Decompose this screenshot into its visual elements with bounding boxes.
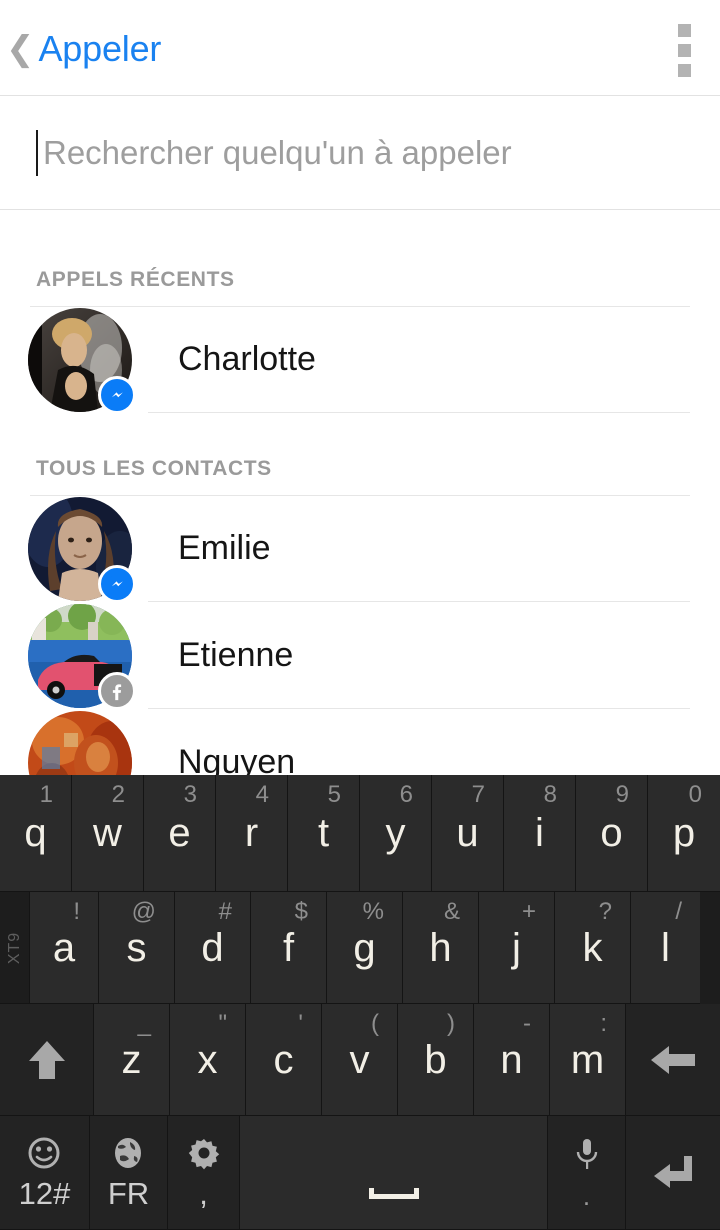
list-item[interactable]: Etienne — [0, 602, 720, 710]
key-l[interactable]: / l — [631, 892, 700, 1004]
keyboard-row-2: XT9 ! a @ s # d $ f % g & h + j ? k / l — [0, 892, 720, 1004]
key-e[interactable]: 3e — [144, 775, 216, 892]
key-c[interactable]: ' c — [246, 1004, 322, 1116]
key-p[interactable]: 0p — [648, 775, 720, 892]
key-k[interactable]: ? k — [555, 892, 631, 1004]
key-r[interactable]: 4r — [216, 775, 288, 892]
overflow-menu-icon[interactable] — [648, 22, 720, 78]
gear-icon — [187, 1136, 221, 1170]
mic-period-key[interactable]: . — [548, 1116, 626, 1230]
contact-name: Etienne — [178, 636, 294, 674]
language-key[interactable]: FR — [90, 1116, 168, 1230]
list-item[interactable]: Charlotte — [0, 306, 720, 414]
key-s[interactable]: @ s — [99, 892, 175, 1004]
list-item[interactable]: Emilie — [0, 495, 720, 603]
virtual-keyboard[interactable]: 1q 2w 3e 4r 5t 6y 7u 8i 9o 0p XT9 ! a @ s … — [0, 775, 720, 1230]
contact-list[interactable]: APPELS RÉCENTS Charlotte TOUS LES CONTAC… — [0, 210, 720, 775]
overflow-dot-2 — [677, 43, 691, 57]
key-m[interactable]: :m — [550, 1004, 626, 1116]
chevron-left-icon: ❮ — [6, 29, 35, 69]
key-h[interactable]: & h — [403, 892, 479, 1004]
search-input[interactable]: Rechercher quelqu'un à appeler — [0, 96, 720, 210]
avatar — [28, 496, 136, 603]
keyboard-row-4: 12# FR , . — [0, 1116, 720, 1230]
page-title: Appeler — [38, 28, 162, 69]
key-g[interactable]: % g — [327, 892, 403, 1004]
call-screen: ❮ Appeler Rechercher quelqu'un à appeler… — [0, 0, 720, 1230]
contact-name: Nguyen — [178, 743, 296, 775]
key-n[interactable]: -n — [474, 1004, 550, 1116]
keyboard-row-3: _ z " x ' c (v ) b -n :m — [0, 1004, 720, 1116]
key-u[interactable]: 7u — [432, 775, 504, 892]
settings-comma-key[interactable]: , — [168, 1116, 240, 1230]
emoji-symbols-key[interactable]: 12# — [0, 1116, 90, 1230]
key-q[interactable]: 1q — [0, 775, 72, 892]
key-i[interactable]: 8i — [504, 775, 576, 892]
enter-arrow-icon[interactable] — [626, 1116, 720, 1230]
messenger-badge-icon — [98, 564, 136, 603]
avatar — [28, 307, 136, 414]
space-key[interactable] — [240, 1116, 548, 1230]
overflow-dot-1 — [677, 23, 691, 37]
backspace-arrow-icon[interactable] — [626, 1004, 720, 1116]
key-y[interactable]: 6y — [360, 775, 432, 892]
shift-glyph — [28, 1040, 65, 1079]
comma-label: , — [199, 1176, 208, 1211]
back-button[interactable]: ❮ Appeler — [6, 22, 161, 76]
nguyen-avatar — [28, 710, 132, 775]
key-d[interactable]: # d — [175, 892, 251, 1004]
facebook-badge-icon — [98, 671, 136, 710]
section-header-recent: APPELS RÉCENTS — [36, 268, 235, 291]
keyboard-row-1: 1q 2w 3e 4r 5t 6y 7u 8i 9o 0p — [0, 775, 720, 892]
avatar — [28, 710, 132, 775]
microphone-icon — [572, 1137, 602, 1175]
smiley-icon — [27, 1136, 61, 1170]
key-a[interactable]: ! a — [30, 892, 99, 1004]
messenger-badge-icon — [98, 375, 136, 414]
spacebar-marker — [368, 1188, 419, 1199]
key-w[interactable]: 2w — [72, 775, 144, 892]
key-b[interactable]: ) b — [398, 1004, 474, 1116]
divider — [148, 412, 690, 413]
key-z[interactable]: _ z — [94, 1004, 170, 1116]
key-j[interactable]: + j — [479, 892, 555, 1004]
key-t[interactable]: 5t — [288, 775, 360, 892]
app-header: ❮ Appeler — [0, 0, 720, 96]
contact-name: Charlotte — [178, 340, 316, 378]
key-x[interactable]: " x — [170, 1004, 246, 1116]
shift-arrow-icon[interactable] — [0, 1004, 94, 1116]
globe-icon — [111, 1136, 145, 1170]
text-cursor — [36, 129, 38, 176]
backspace-glyph — [651, 1045, 695, 1074]
key-f[interactable]: $ f — [251, 892, 327, 1004]
overflow-dot-3 — [677, 63, 691, 77]
search-placeholder: Rechercher quelqu'un à appeler — [43, 133, 512, 171]
key-v[interactable]: (v — [322, 1004, 398, 1116]
xt9-indicator: XT9 — [0, 892, 30, 1004]
symbols-label: 12# — [18, 1176, 71, 1211]
avatar — [28, 603, 136, 710]
section-header-all: TOUS LES CONTACTS — [36, 457, 272, 480]
key-o[interactable]: 9o — [576, 775, 648, 892]
period-label: . — [582, 1180, 591, 1211]
language-label: FR — [107, 1176, 150, 1211]
enter-glyph — [654, 1155, 692, 1188]
contact-name: Emilie — [178, 529, 271, 567]
list-item[interactable]: Nguyen — [0, 709, 720, 775]
